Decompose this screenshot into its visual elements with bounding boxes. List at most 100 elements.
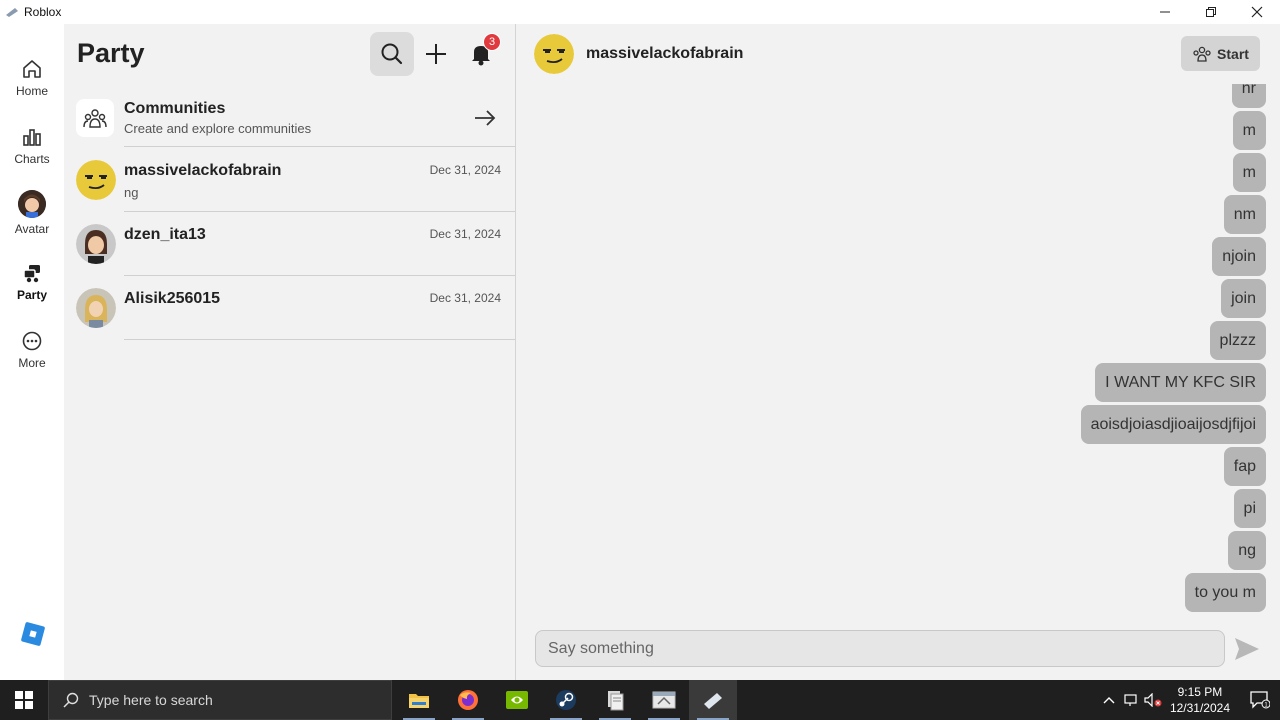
conversation-item[interactable]: Alisik256015 Dec 31, 2024: [64, 276, 515, 340]
party-icon: [23, 265, 40, 283]
avatar: [76, 160, 116, 200]
avatar: [76, 288, 116, 328]
network-button[interactable]: [1120, 680, 1142, 720]
folder-icon: [409, 694, 429, 708]
start-party-button[interactable]: Start: [1181, 36, 1260, 71]
search-button[interactable]: [370, 32, 414, 76]
windows-icon: [15, 691, 33, 709]
app-button[interactable]: [591, 680, 639, 720]
add-button[interactable]: [414, 32, 458, 76]
restore-icon: [1206, 7, 1216, 17]
nav-item-more[interactable]: More: [0, 330, 64, 370]
home-icon: [23, 60, 41, 78]
communities-title: Communities: [124, 100, 226, 117]
volume-button[interactable]: [1142, 680, 1164, 720]
close-button[interactable]: [1234, 0, 1280, 24]
page-title: Party: [77, 38, 145, 68]
message-bubble: plzzz: [1209, 321, 1266, 360]
conversation-name: massivelackofabrain: [124, 162, 282, 179]
start-button[interactable]: [0, 680, 48, 720]
minimize-icon: [1160, 11, 1170, 13]
communities-subtitle: Create and explore communities: [124, 121, 312, 136]
roblox-taskbar-button[interactable]: [689, 680, 737, 720]
nav-label-more: More: [18, 356, 46, 370]
nav-label-home: Home: [15, 84, 48, 98]
minimize-button[interactable]: [1142, 0, 1188, 24]
message-bubble: fap: [1223, 447, 1266, 486]
restore-button[interactable]: [1188, 0, 1234, 24]
chat-header: massivelackofabrain Start: [516, 24, 1280, 84]
group-icon: [1193, 46, 1211, 62]
app-button[interactable]: [640, 680, 688, 720]
steam-button[interactable]: [542, 680, 590, 720]
recipient-name[interactable]: massivelackofabrain: [586, 45, 743, 63]
window-title: Roblox: [24, 5, 62, 19]
avatar-icon: [18, 190, 46, 218]
recipient-avatar[interactable]: [534, 34, 574, 74]
start-label: Start: [1217, 45, 1249, 62]
notification-badge: 3: [483, 33, 501, 51]
steam-icon: [556, 690, 576, 710]
message-composer: [535, 630, 1225, 667]
left-nav: Home Charts Avatar Party More: [0, 24, 64, 680]
message-bubble: I WANT MY KFC SIR: [1095, 363, 1266, 402]
system-tray: 9:15 PM 12/31/2024 1: [1098, 680, 1280, 720]
nav-label-avatar: Avatar: [14, 222, 50, 236]
volume-muted-icon: [1144, 693, 1162, 707]
search-icon: [381, 43, 403, 65]
communities-icon: [76, 99, 114, 137]
message-bubble: nm: [1223, 195, 1266, 234]
clock[interactable]: 9:15 PM 12/31/2024: [1170, 684, 1230, 716]
notification-icon: 1: [1250, 691, 1270, 709]
close-icon: [1251, 6, 1263, 18]
clock-date: 12/31/2024: [1169, 701, 1230, 715]
title-bar: Roblox: [0, 0, 1280, 24]
taskbar-search[interactable]: Type here to search: [48, 680, 392, 720]
nav-label-charts: Charts: [14, 152, 50, 166]
message-bubble: m: [1232, 153, 1266, 192]
conversation-date: Dec 31, 2024: [429, 291, 501, 305]
charts-icon: [23, 129, 41, 146]
tray-overflow-button[interactable]: [1098, 680, 1120, 720]
action-center-button[interactable]: 1: [1240, 680, 1280, 720]
avatar: [76, 224, 116, 264]
window-icon: [652, 691, 676, 709]
nav-item-avatar[interactable]: Avatar: [0, 190, 64, 236]
roblox-icon: [704, 693, 722, 709]
chat-panel: massivelackofabrain Start nr m m nm njoi…: [516, 24, 1280, 680]
message-bubble: njoin: [1212, 237, 1266, 276]
firefox-button[interactable]: [444, 680, 492, 720]
conversation-date: Dec 31, 2024: [429, 163, 501, 177]
nvidia-button[interactable]: [493, 680, 541, 720]
message-bubble: aoisdjoiasdjioaijosdjfijoi: [1080, 405, 1266, 444]
conversation-item[interactable]: massivelackofabrain ng Dec 31, 2024: [64, 148, 515, 212]
conversation-name: dzen_ita13: [124, 226, 206, 243]
nav-label-party: Party: [16, 288, 48, 302]
message-bubble: ng: [1228, 531, 1266, 570]
send-icon[interactable]: [1233, 636, 1261, 662]
roblox-logo-icon[interactable]: [21, 622, 45, 646]
message-input[interactable]: [548, 639, 1224, 658]
search-icon: [63, 692, 79, 708]
conversation-item[interactable]: dzen_ita13 Dec 31, 2024: [64, 212, 515, 276]
nav-item-party[interactable]: Party: [0, 262, 64, 302]
taskbar: Type here to search 9:15 PM 12/31/2024 1: [0, 680, 1280, 720]
document-icon: [608, 691, 624, 711]
message-bubble: join: [1221, 279, 1266, 318]
conversation-preview: ng: [124, 185, 139, 200]
nav-item-home[interactable]: Home: [0, 58, 64, 98]
communities-row[interactable]: Communities Create and explore communiti…: [64, 88, 515, 148]
message-bubble: to you m: [1184, 573, 1266, 612]
divider: [124, 146, 515, 147]
divider: [124, 339, 515, 340]
file-explorer-button[interactable]: [395, 680, 443, 720]
message-list[interactable]: nr m m nm njoin join plzzz I WANT MY KFC…: [516, 84, 1280, 614]
message-bubble: m: [1232, 111, 1266, 150]
chevron-up-icon: [1103, 697, 1115, 704]
party-panel: Party 3 Communities Create and explore c…: [64, 24, 515, 680]
message-bubble: pi: [1233, 489, 1266, 528]
plus-icon: [426, 44, 446, 64]
nav-item-charts[interactable]: Charts: [0, 126, 64, 166]
notifications-button[interactable]: 3: [459, 32, 503, 76]
clock-time: 9:15 PM: [1177, 685, 1223, 699]
